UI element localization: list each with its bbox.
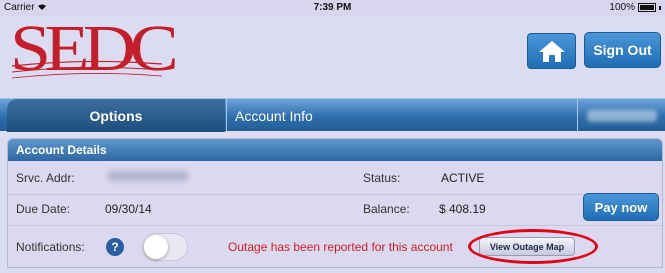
obscured-tab-label [586,109,657,122]
tab-account-info-label: Account Info [235,107,313,124]
notifications-toggle[interactable] [142,233,188,261]
due-date-label: Due Date: [16,202,71,216]
account-details-panel: Account Details Srvc. Addr: Status: ACTI… [7,138,663,268]
battery-icon [638,3,656,12]
status-label: Status: [363,171,401,185]
toggle-knob [144,235,168,259]
tab-bar: Options Account Info [0,98,665,132]
logo-swoosh [12,60,162,79]
outage-message: Outage has been reported for this accoun… [228,240,453,254]
service-address-label: Srvc. Addr: [16,171,75,185]
status-value: ACTIVE [441,171,485,185]
balance-value: $ 408.19 [439,202,486,216]
view-outage-map-button[interactable]: View Outage Map [479,237,575,256]
service-address-value-redacted [108,171,188,181]
tab-options[interactable]: Options [7,99,225,132]
due-date-value: 09/30/14 [105,202,152,216]
detail-row-due: Due Date: 09/30/14 Balance: $ 408.19 Pay… [8,192,662,226]
help-icon[interactable]: ? [106,238,124,256]
tab-options-label: Options [89,107,143,124]
battery-percent: 100% [609,2,635,13]
sign-out-button[interactable]: Sign Out [584,32,661,68]
tab-account-info[interactable]: Account Info [226,99,576,132]
balance-label: Balance: [363,202,410,216]
home-icon [538,41,565,62]
pay-now-button[interactable]: Pay now [583,193,659,221]
home-button[interactable] [527,33,576,69]
detail-row-notifications: Notifications: ? Outage has been reporte… [8,226,662,266]
tab-obscured[interactable] [577,99,665,132]
battery-indicator: 100% [609,2,661,13]
battery-tip [659,5,661,10]
detail-row-address: Srvc. Addr: Status: ACTIVE [8,161,662,195]
notifications-label: Notifications: [16,240,85,254]
account-details-header: Account Details [8,139,662,161]
